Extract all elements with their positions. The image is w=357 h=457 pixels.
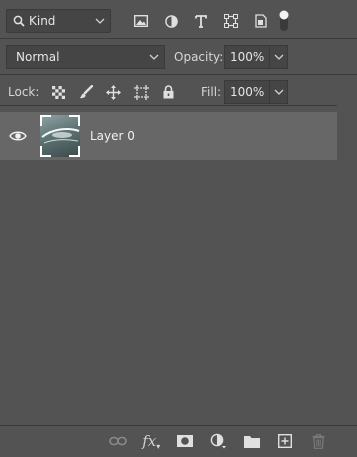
adjustment-layer-icon[interactable] — [202, 430, 236, 452]
lock-transparent-pixels-icon[interactable] — [45, 80, 73, 104]
scrollbar-track[interactable] — [337, 105, 357, 425]
blend-opacity-bar: Normal Opacity: 100% — [0, 45, 357, 69]
lock-image-pixels-icon[interactable] — [73, 80, 101, 104]
lock-fill-bar: Lock: Fill: 100% — [0, 80, 357, 104]
link-layers-icon[interactable] — [101, 430, 135, 452]
blend-mode-dropdown[interactable]: Normal — [6, 45, 165, 69]
type-filter-icon[interactable] — [186, 9, 216, 33]
fill-field[interactable]: 100% — [224, 80, 288, 104]
filter-kind-dropdown[interactable]: Kind — [6, 9, 111, 33]
layer-row[interactable]: Layer 0 — [0, 112, 337, 160]
layer-style-fx-icon[interactable]: fx ▾ — [135, 430, 169, 452]
divider — [0, 105, 357, 106]
layer-name[interactable]: Layer 0 — [90, 129, 135, 143]
layer-filter-bar: Kind — [0, 9, 357, 35]
blend-mode-value: Normal — [16, 50, 60, 64]
divider — [0, 38, 357, 39]
new-layer-icon[interactable] — [269, 430, 303, 452]
lock-all-icon[interactable] — [155, 80, 183, 104]
fill-value[interactable]: 100% — [225, 85, 269, 99]
chevron-down-icon — [274, 88, 284, 96]
shape-filter-icon[interactable] — [216, 9, 246, 33]
chevron-down-icon — [149, 53, 159, 61]
fx-label: fx — [142, 432, 157, 450]
lock-label: Lock: — [8, 85, 40, 99]
image-filter-icon[interactable] — [126, 9, 156, 33]
fill-label: Fill: — [201, 85, 222, 99]
adjustment-filter-icon[interactable] — [156, 9, 186, 33]
layers-bottom-toolbar: fx ▾ — [0, 426, 357, 457]
delete-layer-trash-icon[interactable] — [302, 430, 336, 452]
smart-object-filter-icon[interactable] — [246, 9, 276, 33]
filter-kind-label: Kind — [29, 14, 56, 28]
opacity-value[interactable]: 100% — [225, 50, 269, 64]
filter-toggle-switch[interactable] — [279, 10, 289, 32]
opacity-field[interactable]: 100% — [224, 45, 288, 69]
chevron-down-icon — [274, 53, 284, 61]
opacity-slider-toggle[interactable] — [269, 46, 287, 68]
visibility-eye-icon[interactable] — [9, 128, 27, 144]
fill-slider-toggle[interactable] — [269, 81, 287, 103]
search-icon — [13, 15, 25, 27]
lock-position-icon[interactable] — [100, 80, 128, 104]
layer-thumbnail[interactable] — [40, 115, 80, 157]
lock-artboard-icon[interactable] — [128, 80, 156, 104]
opacity-label: Opacity: — [174, 50, 224, 64]
chevron-down-icon — [95, 17, 105, 25]
divider — [0, 74, 357, 75]
add-mask-icon[interactable] — [168, 430, 202, 452]
new-group-folder-icon[interactable] — [235, 430, 269, 452]
